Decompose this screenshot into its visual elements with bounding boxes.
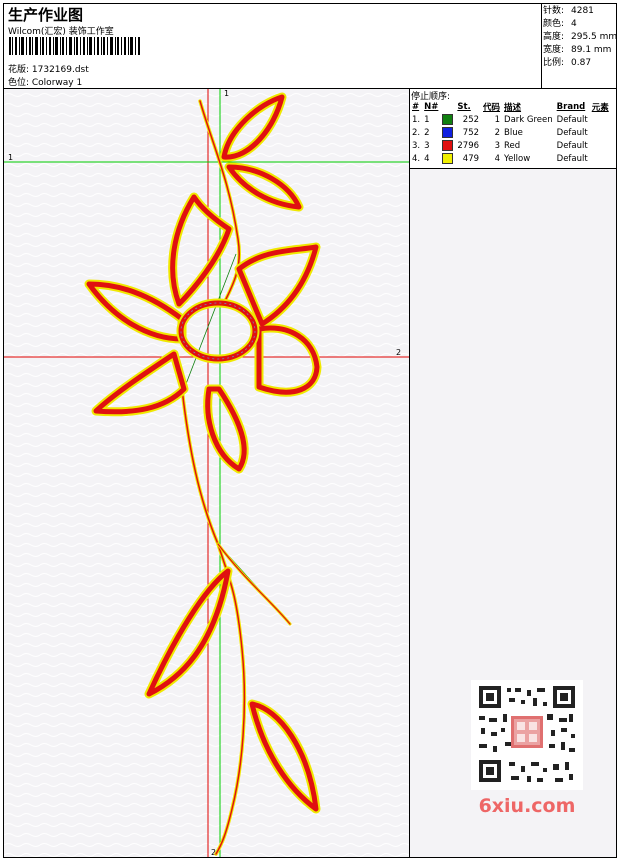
qr-code-icon (471, 680, 583, 790)
page-title: 生产作业图 (8, 6, 84, 24)
color-swatch (442, 114, 454, 125)
stats-block: 针数: 4281 颜色: 4 高度: 295.5 mm 宽度: 89.1 mm 比例: 0… (543, 5, 617, 70)
stop-sequence-table: # N# St. 代码 描述 Brand 元素 1. 1 252 1 Dark … (410, 101, 611, 165)
table-row: 2. 2 752 2 Blue Default (412, 127, 588, 138)
table-row: 3. 3 2796 3 Red Default (412, 140, 588, 151)
company-name: Wilcom(汇宏) 装饰工作室 (8, 27, 114, 37)
table-row: 4. 4 479 4 Yellow Default (412, 153, 588, 164)
embroidery-preview: 1 1 2 2 (4, 89, 409, 857)
guide-marker: 1 (224, 89, 229, 98)
col-header-n: N# (424, 102, 439, 112)
col-header-brand: Brand (556, 102, 586, 112)
col-header-description: 描述 (504, 103, 522, 113)
guide-marker: 2 (396, 348, 401, 357)
color-swatch (442, 127, 454, 138)
stats-divider (541, 3, 542, 89)
stat-scale: 比例: 0.87 (543, 58, 592, 68)
guide-marker: 1 (8, 153, 13, 162)
col-header-element: 元素 (591, 103, 609, 113)
barcode (9, 37, 140, 55)
col-header-swatch (440, 101, 455, 113)
design-file-label: 花版: 1732169.dst (8, 65, 89, 75)
stat-colors: 颜色: 4 (543, 19, 577, 29)
color-swatch (442, 140, 454, 151)
watermark: 6xiu.com (471, 680, 583, 820)
table-row: 1. 1 252 1 Dark Green Default (412, 114, 588, 125)
stat-stitches: 针数: 4281 (543, 6, 594, 16)
table-header-row: # N# St. 代码 描述 Brand 元素 (410, 101, 611, 113)
stat-width: 宽度: 89.1 mm (543, 45, 612, 55)
col-header-index: # (412, 102, 420, 112)
watermark-site: 6xiu.com (478, 795, 576, 817)
stat-height: 高度: 295.5 mm (543, 32, 618, 42)
colorway-label: 色位: Colorway 1 (8, 78, 83, 88)
col-header-code: 代码 (483, 103, 501, 113)
color-swatch (442, 153, 454, 164)
design-canvas: 1 1 2 2 (4, 89, 409, 857)
col-header-stitches: St. (457, 102, 471, 112)
